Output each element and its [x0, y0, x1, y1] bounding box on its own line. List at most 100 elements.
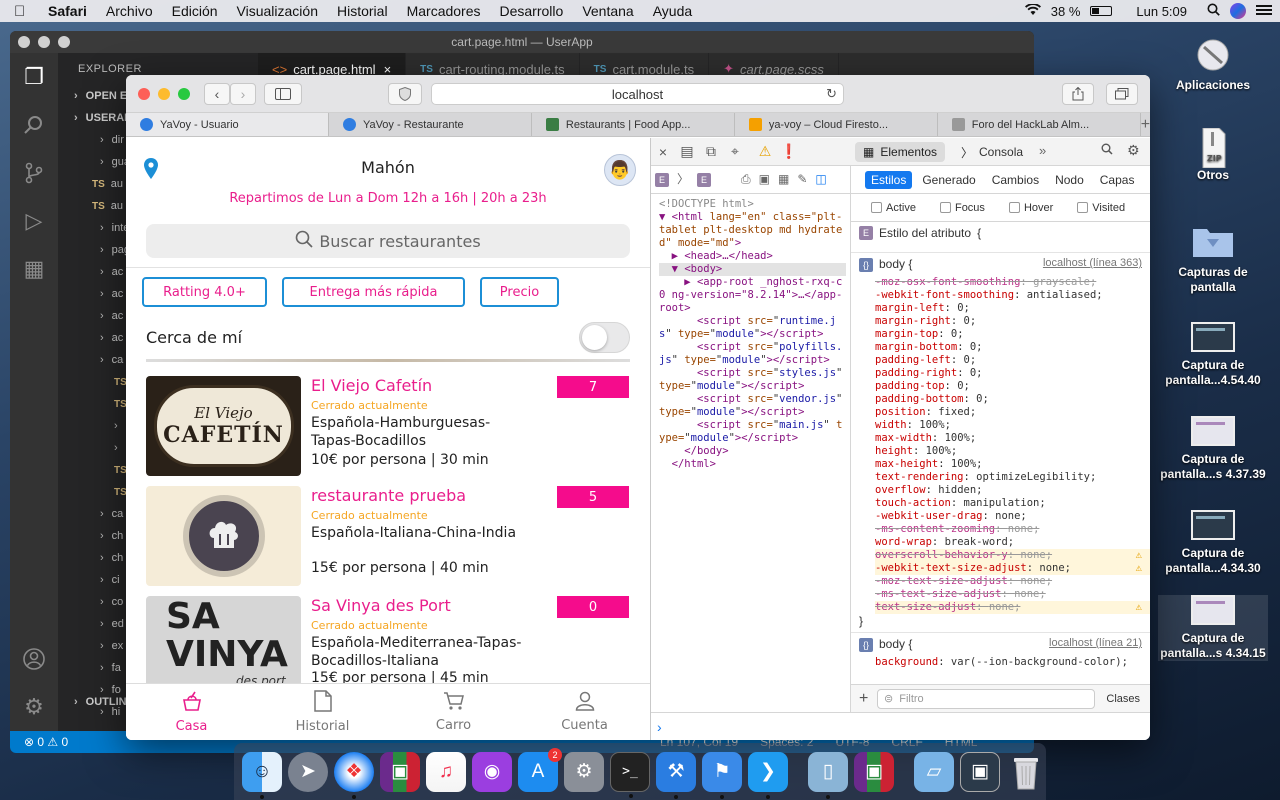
browser-tab-yavoy-restaurante[interactable]: YaVoy - Restaurante — [329, 113, 532, 136]
menu-archivo[interactable]: Archivo — [106, 3, 153, 19]
detach-window-icon[interactable]: ⧉ — [699, 138, 723, 166]
desktop-icon-captura-4[interactable]: Captura de pantalla...s 4.34.15 — [1158, 595, 1268, 661]
element-badge-icon[interactable]: E — [655, 172, 669, 187]
dom-body-node[interactable]: <body> — [684, 263, 722, 275]
tab-elementos[interactable]: ▦ Elementos — [855, 142, 946, 162]
css-property[interactable]: padding-left: 0; — [875, 354, 1150, 367]
accounts-icon[interactable] — [10, 635, 58, 683]
source-control-icon[interactable] — [10, 149, 58, 197]
css-property[interactable]: -ms-text-size-adjust: none; — [875, 588, 1150, 601]
apple-menu-icon[interactable]:  — [14, 3, 36, 20]
print-styles-icon[interactable]: ⎙ — [741, 173, 751, 186]
subtab-cambios[interactable]: Cambios — [986, 171, 1045, 189]
city-name[interactable]: Mahón — [126, 158, 650, 177]
state-hover-checkbox[interactable]: Hover — [1008, 202, 1053, 214]
app-store-icon[interactable]: A2 — [518, 747, 562, 792]
vscode-icon[interactable]: ❯ — [748, 751, 788, 799]
grid-overlay-icon[interactable]: ▦ — [778, 173, 789, 186]
nav-tab-cuenta[interactable]: Cuenta — [519, 684, 650, 740]
wifi-icon[interactable] — [1024, 2, 1041, 19]
search-icon[interactable] — [1101, 143, 1113, 158]
battery-icon[interactable] — [1090, 6, 1113, 16]
xcode-icon[interactable]: ⚒ — [656, 751, 696, 799]
problems-count[interactable]: ⊗ 0 ⚠ 0 — [24, 735, 68, 749]
tab-consola[interactable]: 〉 Consola — [961, 142, 1023, 162]
siri-icon[interactable] — [1230, 3, 1246, 19]
extensions-icon[interactable]: ▦ — [10, 245, 58, 293]
rar-archive-icon[interactable]: ▣ — [380, 751, 420, 792]
subtab-estilos[interactable]: Estilos — [865, 170, 913, 189]
search-restaurants-input[interactable]: Buscar restaurantes — [146, 224, 630, 258]
browser-tab-food-app[interactable]: Restaurants | Food App... — [532, 113, 735, 136]
close-window-button[interactable] — [138, 88, 150, 100]
new-tab-button[interactable]: + — [1141, 113, 1150, 136]
css-property[interactable]: background: var(--ion-background-color); — [875, 656, 1150, 669]
system-preferences-gear-icon[interactable]: ⚙ — [564, 751, 604, 792]
reload-icon[interactable]: ↻ — [826, 86, 837, 102]
css-property[interactable]: -webkit-text-size-adjust: none; — [875, 562, 1150, 575]
spotlight-search-icon[interactable] — [1207, 3, 1220, 19]
launchpad-rocket-icon[interactable]: ➤ — [288, 751, 328, 792]
address-bar[interactable]: localhost ↻ — [431, 83, 844, 105]
css-property[interactable]: height: 100%; — [875, 445, 1150, 458]
filter-rating-chip[interactable]: Ratting 4.0+ — [142, 277, 267, 307]
warning-count-icon[interactable]: ⚠ — [753, 138, 777, 166]
restaurant-name[interactable]: restaurante prueba — [311, 486, 466, 505]
rar-archive-icon[interactable]: ▣ — [854, 751, 894, 792]
settings-gear-icon[interactable]: ⚙ — [1127, 142, 1140, 159]
css-property[interactable]: margin-bottom: 0; — [875, 341, 1150, 354]
nav-tab-carro[interactable]: Carro — [388, 684, 519, 740]
css-property[interactable]: -moz-text-size-adjust: none; — [875, 575, 1150, 588]
terminal-icon[interactable]: >_ — [610, 751, 650, 798]
dom-script-node[interactable]: <script src="vendor.js" type="module"></… — [659, 393, 849, 418]
filter-price-chip[interactable]: Precio — [480, 277, 559, 307]
css-property[interactable]: position: fixed; — [875, 406, 1150, 419]
dom-script-node[interactable]: <script src="runtime.js" type="module"><… — [659, 315, 836, 340]
subtab-nodo[interactable]: Nodo — [1049, 171, 1090, 189]
desktop-icon-captura-3[interactable]: Captura de pantalla...4.34.30 — [1158, 510, 1268, 576]
styles-filter-input[interactable]: ⊜ Filtro — [877, 688, 1095, 709]
css-property[interactable]: margin-top: 0; — [875, 328, 1150, 341]
subtab-capas[interactable]: Capas — [1094, 171, 1141, 189]
edit-pencil-icon[interactable]: ✎ — [797, 173, 807, 186]
attribute-style-rule[interactable]: E Estilo del atributo{ — [851, 222, 1150, 253]
restaurant-name[interactable]: El Viejo Cafetín — [311, 376, 432, 395]
minimize-window-button[interactable] — [38, 36, 50, 48]
dom-tree[interactable]: <!DOCTYPE html> ▼ <html lang="en" class=… — [651, 194, 850, 471]
css-source-link[interactable]: localhost (línea 21) — [1049, 637, 1142, 652]
more-tabs-chevron-icon[interactable]: » — [1039, 143, 1046, 158]
css-property[interactable]: margin-left: 0; — [875, 302, 1150, 315]
css-property[interactable]: touch-action: manipulation; — [875, 497, 1150, 510]
restaurant-card[interactable]: restaurante prueba Cerrado actualmente E… — [126, 486, 650, 586]
menu-historial[interactable]: Historial — [337, 3, 388, 19]
nav-tab-casa[interactable]: Casa — [126, 684, 257, 740]
dom-head-node[interactable]: <head>…</head> — [684, 250, 773, 262]
podcasts-icon[interactable]: ◉ — [472, 751, 512, 792]
menu-ayuda[interactable]: Ayuda — [653, 3, 692, 19]
back-button[interactable]: ‹ — [204, 83, 230, 105]
preview-photos-icon[interactable]: ▯ — [808, 751, 848, 799]
screenshot-node-icon[interactable]: ▣ — [759, 173, 770, 186]
restaurant-name[interactable]: Sa Vinya des Port — [311, 596, 451, 615]
css-property[interactable]: word-wrap: break-word; — [875, 536, 1150, 549]
css-property[interactable]: -moz-osx-font-smoothing: grayscale; — [875, 276, 1150, 289]
css-property[interactable]: width: 100%; — [875, 419, 1150, 432]
near-me-toggle[interactable] — [579, 322, 630, 353]
css-property[interactable]: text-size-adjust: none; — [875, 601, 1150, 614]
css-property[interactable]: max-width: 100%; — [875, 432, 1150, 445]
clock[interactable]: Lun 5:09 — [1136, 4, 1187, 19]
css-property[interactable]: -ms-content-zooming: none; — [875, 523, 1150, 536]
add-rule-icon[interactable]: + — [859, 690, 868, 708]
element-badge-icon[interactable]: E — [697, 172, 712, 187]
state-focus-checkbox[interactable]: Focus — [939, 202, 985, 214]
css-property[interactable]: padding-right: 0; — [875, 367, 1150, 380]
css-property[interactable]: padding-top: 0; — [875, 380, 1150, 393]
control-center-icon[interactable] — [1256, 4, 1272, 19]
privacy-shield-icon[interactable] — [388, 83, 422, 105]
screenshots-stack-icon[interactable]: ▣ — [960, 751, 1000, 792]
run-debug-icon[interactable]: ▷ — [10, 197, 58, 245]
forward-button[interactable]: › — [230, 83, 256, 105]
error-count-icon[interactable]: ❗ — [777, 138, 801, 166]
dock-bottom-icon[interactable]: ▤ — [675, 138, 699, 166]
menu-edicion[interactable]: Edición — [172, 3, 218, 19]
